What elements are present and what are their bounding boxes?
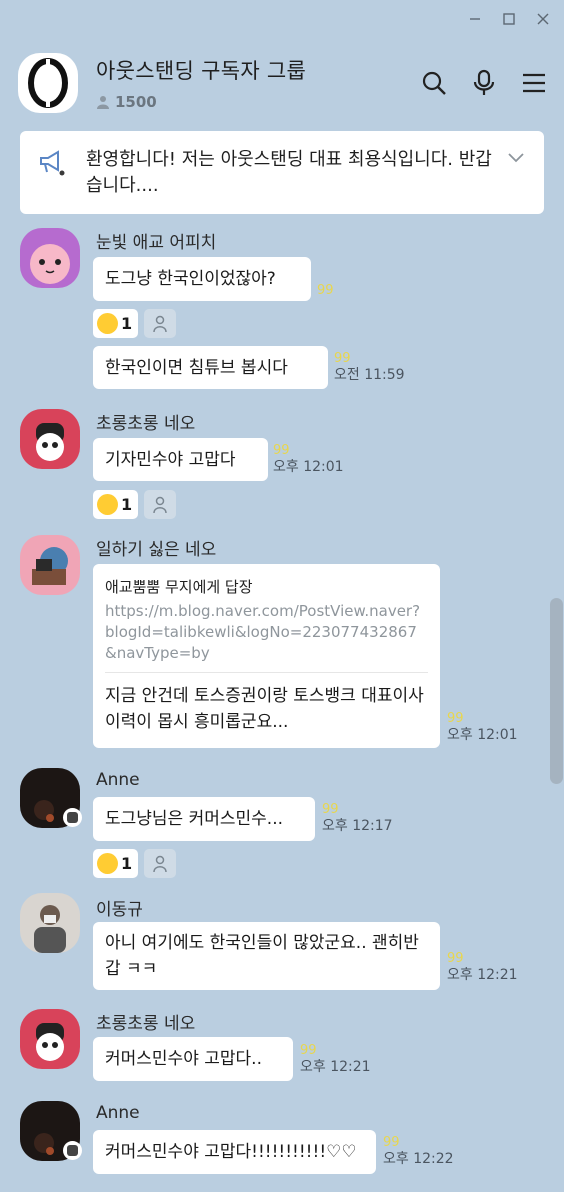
sender-name: 일하기 싫은 네오 — [96, 540, 217, 560]
voice-talk-button[interactable] — [470, 69, 498, 97]
person-outline-icon — [153, 315, 167, 332]
reply-quoted-link[interactable]: https://m.blog.naver.com/PostView.naver?… — [105, 601, 428, 664]
microphone-icon — [473, 69, 495, 95]
reaction-chip[interactable]: 1 — [93, 849, 139, 878]
message-bubble[interactable]: 한국인이면 침튜브 봅시다 — [93, 346, 328, 389]
apeach-character-icon — [30, 244, 70, 284]
header-actions — [420, 69, 548, 97]
chevron-down-icon[interactable] — [504, 147, 528, 214]
unread-count: 99 — [334, 351, 351, 366]
reaction-chip[interactable]: 1 — [93, 490, 139, 519]
message-time: 오후 12:21 — [447, 967, 518, 983]
reaction-participants-button[interactable] — [144, 309, 177, 338]
unread-count: 99 — [300, 1043, 317, 1058]
reaction-count: 1 — [121, 854, 133, 873]
room-avatar[interactable] — [18, 53, 78, 113]
neo-character-icon — [36, 1023, 64, 1061]
room-title: 아웃스탠딩 구독자 그룹 — [96, 59, 307, 83]
close-icon — [537, 13, 549, 25]
minimize-button[interactable] — [464, 8, 486, 30]
outstanding-logo-icon — [28, 58, 68, 108]
message-bubble[interactable]: 커머스민수야 고맙다!!!!!!!!!!!♡♡ — [93, 1130, 376, 1174]
search-icon — [422, 71, 446, 95]
message-meta: 99 오전 11:59 — [334, 352, 405, 384]
scrollbar-thumb[interactable] — [550, 598, 563, 784]
message-meta: 99 오후 12:21 — [447, 952, 518, 984]
reply-divider — [105, 672, 428, 673]
avatar[interactable] — [20, 409, 80, 469]
unread-count: 99 — [383, 1135, 400, 1150]
laughing-emoji-icon — [97, 853, 118, 874]
avatar[interactable] — [20, 228, 80, 288]
message-bubble[interactable]: 커머스민수야 고맙다.. — [93, 1037, 293, 1081]
laughing-emoji-icon — [97, 313, 118, 334]
unread-count: 99 — [322, 802, 339, 817]
member-count-value: 1500 — [115, 93, 157, 111]
reply-to-label: 애교뿜뿜 무지에게 답장 — [105, 578, 253, 596]
notice-text: 환영합니다! 저는 아웃스탠딩 대표 최용식입니다. 반갑습니다.... — [86, 149, 492, 196]
unread-count: 99 — [447, 951, 464, 966]
unread-count: 99 — [273, 443, 290, 458]
minimize-icon — [470, 18, 480, 20]
unread-count: 99 — [317, 283, 334, 298]
pinned-notice[interactable]: 환영합니다! 저는 아웃스탠딩 대표 최용식입니다. 반갑습니다.... — [20, 131, 544, 214]
reaction-row: 1 — [93, 849, 177, 878]
message-meta: 99 오후 12:22 — [383, 1136, 454, 1168]
sender-name: Anne — [96, 770, 140, 790]
megaphone-icon — [38, 147, 68, 214]
maximize-button[interactable] — [498, 8, 520, 30]
multi-profile-badge-icon — [63, 808, 82, 827]
message-time: 오전 11:59 — [334, 367, 405, 383]
message-meta: 99 오후 12:01 — [273, 444, 344, 476]
neo-character-icon — [36, 423, 64, 461]
chat-header: 아웃스탠딩 구독자 그룹 1500 — [18, 50, 548, 116]
maximize-icon — [503, 13, 515, 25]
menu-button[interactable] — [520, 69, 548, 97]
room-info: 아웃스탠딩 구독자 그룹 1500 — [96, 55, 420, 111]
avatar[interactable] — [20, 893, 80, 953]
reaction-chip[interactable]: 1 — [93, 309, 139, 338]
message-meta: 99 — [317, 284, 334, 298]
reaction-count: 1 — [121, 314, 133, 333]
message-time: 오후 12:22 — [383, 1151, 454, 1167]
message-time: 오후 12:21 — [300, 1059, 371, 1075]
profile-photo-icon — [34, 905, 66, 953]
message-bubble[interactable]: 도그냥 한국인이었잖아? — [93, 257, 311, 301]
reaction-participants-button[interactable] — [144, 849, 177, 878]
unread-count: 99 — [447, 711, 464, 726]
multi-profile-badge-icon — [63, 1141, 82, 1160]
reaction-row: 1 — [93, 490, 177, 519]
hamburger-menu-icon — [523, 73, 545, 93]
message-time: 오후 12:01 — [447, 727, 518, 743]
sender-name: 초롱초롱 네오 — [96, 414, 196, 434]
message-time: 오후 12:01 — [273, 459, 344, 475]
message-bubble[interactable]: 도그냥님은 커머스민수... — [93, 797, 315, 841]
person-outline-icon — [153, 496, 167, 513]
reaction-row: 1 — [93, 309, 177, 338]
person-icon — [97, 96, 109, 109]
close-button[interactable] — [532, 8, 554, 30]
member-count[interactable]: 1500 — [96, 93, 420, 111]
person-outline-icon — [153, 855, 167, 872]
window-controls — [464, 8, 554, 30]
avatar[interactable] — [20, 1009, 80, 1069]
neo-laptop-character-icon — [32, 547, 68, 585]
laughing-emoji-icon — [97, 494, 118, 515]
sender-name: 이동규 — [96, 900, 143, 920]
sender-name: 초롱초롱 네오 — [96, 1014, 196, 1034]
message-meta: 99 오후 12:21 — [300, 1044, 371, 1076]
avatar[interactable] — [20, 535, 80, 595]
sender-name: 눈빛 애교 어피치 — [96, 233, 217, 253]
reply-body-text: 지금 안건데 토스증권이랑 토스뱅크 대표이사 이력이 몹시 흥미롭군요... — [105, 686, 424, 732]
message-time: 오후 12:17 — [322, 818, 393, 834]
message-meta: 99 오후 12:17 — [322, 803, 393, 835]
sender-name: Anne — [96, 1103, 140, 1123]
reply-message-card[interactable]: 애교뿜뿜 무지에게 답장 https://m.blog.naver.com/Po… — [93, 564, 440, 748]
message-bubble[interactable]: 아니 여기에도 한국인들이 많았군요.. 괜히반갑 ㅋㅋ — [93, 922, 440, 990]
message-bubble[interactable]: 기자민수야 고맙다 — [93, 438, 268, 481]
message-meta: 99 오후 12:01 — [447, 712, 518, 744]
search-button[interactable] — [420, 69, 448, 97]
reaction-participants-button[interactable] — [144, 490, 177, 519]
reaction-count: 1 — [121, 495, 133, 514]
